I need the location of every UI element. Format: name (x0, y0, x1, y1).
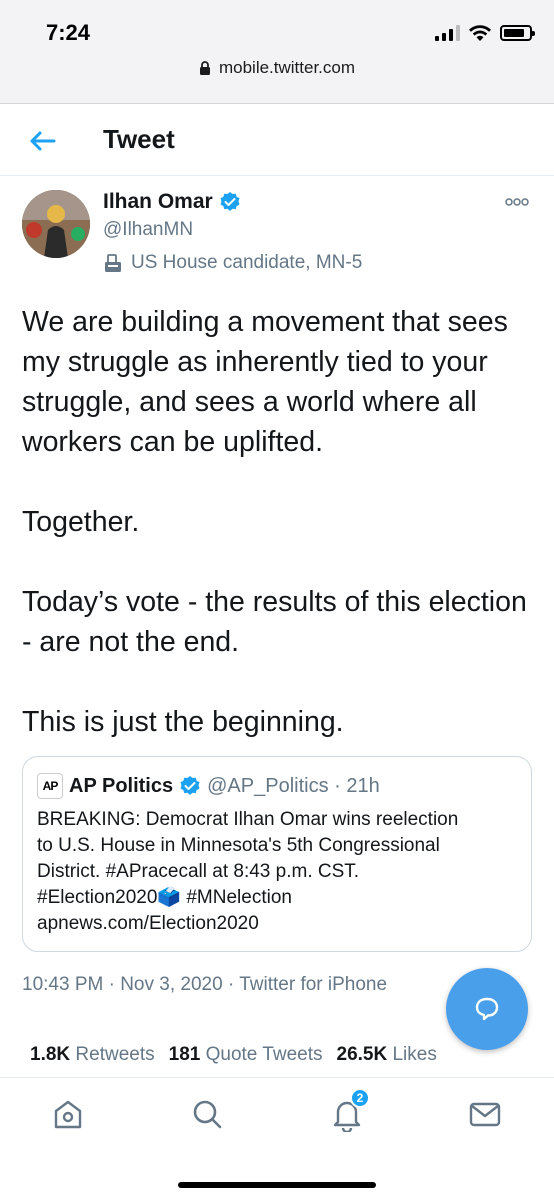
tweet-paragraph: We are building a movement that sees my … (22, 306, 508, 458)
tweet-header: Tweet (0, 104, 554, 176)
url-bar[interactable]: mobile.twitter.com (0, 58, 554, 78)
election-label-text: US House candidate, MN-5 (131, 252, 363, 273)
message-bubble-icon (475, 997, 499, 1021)
verified-badge-icon (180, 776, 200, 795)
tweet-text: We are building a movement that sees my … (22, 302, 537, 742)
status-time: 7:24 (46, 20, 91, 45)
avatar[interactable] (22, 190, 90, 258)
notifications-badge: 2 (350, 1088, 370, 1108)
compose-message-button[interactable] (446, 968, 528, 1050)
page-title: Tweet (103, 124, 175, 154)
ballot-box-icon (105, 254, 121, 272)
quote-tweets-count: 181 (168, 1044, 201, 1065)
retweets-count: 1.8K (30, 1044, 71, 1065)
home-icon[interactable] (50, 1096, 86, 1132)
likes-count: 26.5K (336, 1044, 388, 1065)
verified-badge-icon (220, 192, 240, 211)
quoted-text-line: to U.S. House in Minnesota's 5th Congres… (37, 835, 440, 856)
likes-label: Likes (392, 1044, 437, 1065)
tweet-timestamp: 10:43 PM · Nov 3, 2020 · Twitter for iPh… (22, 974, 388, 995)
quote-tweets-label: Quote Tweets (205, 1044, 323, 1065)
ap-logo: AP (37, 773, 63, 799)
likes-stat[interactable]: 26.5K Likes (337, 1044, 437, 1066)
author-name: Ilhan Omar (103, 190, 213, 213)
election-label[interactable]: US House candidate, MN-5 (103, 252, 362, 274)
quoted-tweet-card[interactable]: AP AP Politics @AP_Politics · 21h BREAKI… (22, 756, 532, 952)
home-indicator[interactable] (178, 1182, 376, 1188)
quoted-author-name: AP Politics (69, 774, 174, 797)
quoted-text-line: BREAKING: Democrat Ilhan Omar wins reele… (37, 809, 459, 830)
author-handle[interactable]: @IlhanMN (103, 219, 193, 241)
retweets-label: Retweets (75, 1044, 155, 1065)
tweet-paragraph: Together. (22, 506, 140, 538)
retweets-stat[interactable]: 1.8K Retweets (30, 1044, 155, 1066)
quote-tweets-stat[interactable]: 181 Quote Tweets (169, 1044, 323, 1066)
quoted-text-line: #Election2020🗳️ #MNelection (37, 887, 292, 908)
url-text: mobile.twitter.com (218, 58, 356, 77)
browser-top-bar: 7:24 mobile.twitter.com (0, 0, 554, 104)
messages-mail-icon[interactable] (467, 1096, 503, 1132)
battery-icon (500, 25, 535, 41)
tweet-stats: 1.8K Retweets 181 Quote Tweets 26.5K Lik… (30, 1044, 437, 1066)
tweet-paragraph: This is just the beginning. (22, 706, 344, 738)
quoted-tweet-header: AP AP Politics @AP_Politics · 21h (37, 773, 380, 799)
wifi-icon (469, 25, 491, 41)
tweet-paragraph: Today’s vote - the results of this elect… (22, 586, 527, 658)
author-name-row[interactable]: Ilhan Omar (103, 190, 241, 214)
lock-icon (199, 60, 210, 75)
quoted-tweet-text: BREAKING: Democrat Ilhan Omar wins reele… (37, 807, 521, 937)
search-icon[interactable] (189, 1096, 225, 1132)
back-arrow-icon[interactable] (26, 124, 60, 158)
cellular-signal-icon (435, 25, 460, 41)
more-options-icon[interactable] (504, 196, 530, 208)
quoted-text-line: apnews.com/Election2020 (37, 913, 259, 934)
status-icons (435, 24, 535, 42)
quoted-handle-time: @AP_Politics · 21h (207, 774, 380, 797)
quoted-text-line: District. #APracecall at 8:43 p.m. CST. (37, 861, 360, 882)
